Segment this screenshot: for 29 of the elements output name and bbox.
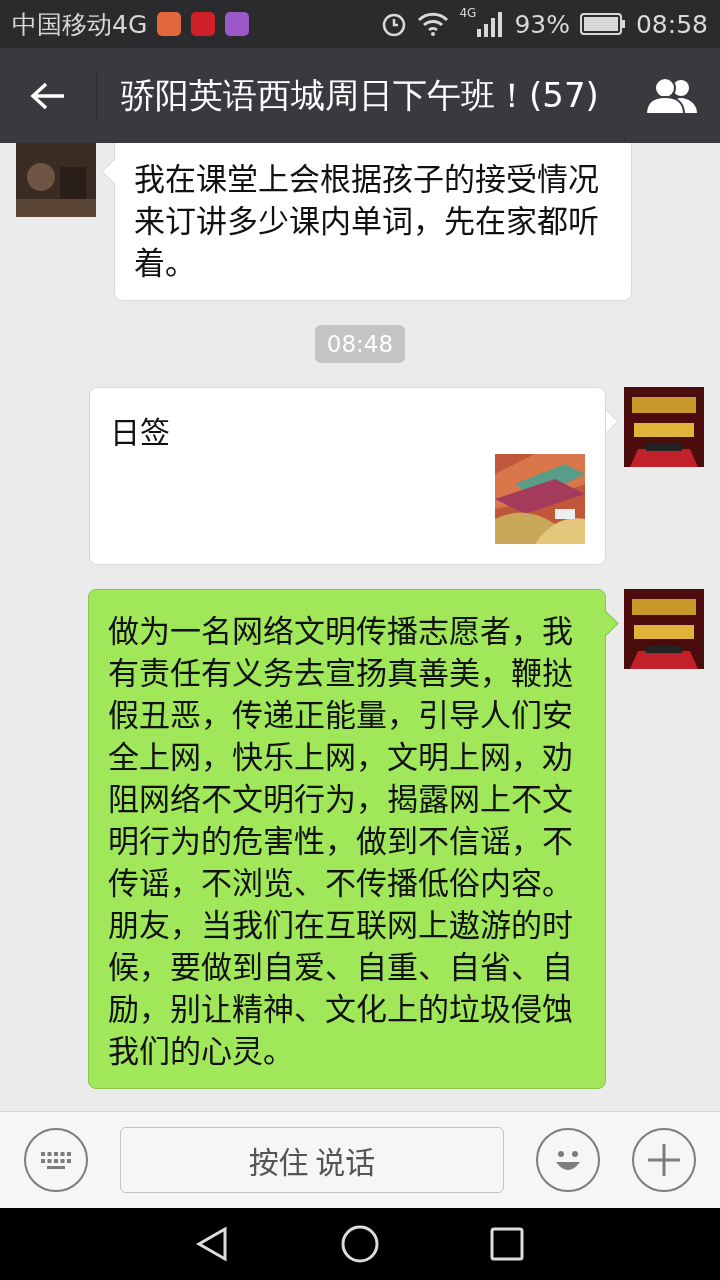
emoji-button[interactable] [536, 1128, 600, 1192]
recents-square-icon [489, 1226, 526, 1262]
home-circle-icon [340, 1224, 380, 1264]
keyboard-icon [39, 1149, 73, 1171]
recents-nav-button[interactable] [489, 1226, 526, 1262]
plus-icon [646, 1142, 682, 1178]
people-icon [645, 76, 699, 115]
link-title: 日签 [110, 408, 171, 452]
link-card[interactable]: 日签 [89, 387, 606, 565]
message-timestamp: 08:48 [314, 325, 406, 363]
alarm-icon [381, 11, 408, 37]
wifi-icon [417, 12, 450, 36]
network-type: 4G [459, 6, 477, 20]
gallery-app-icon [225, 12, 250, 36]
message-text: 做为一名网络文明传播志愿者，我有责任有义务去宣扬真善美，鞭挞假丑恶，传递正能量，引导人们安全上网，快乐上网，文明上网，劝阻网络不文明行为，揭露网上不文明行为的危害性，做到不信谣，不传谣，不浏览、不传播低俗内容。朋友，当我们在互联网上遨游的时候，要做到自爱、自重、自省、自励，别让精神、文化上的垃圾侵蚀我们的心灵。 [108, 608, 574, 1070]
health-app-icon [157, 12, 182, 36]
clock: 08:58 [635, 9, 708, 39]
hold-to-talk-button[interactable]: 按住 说话 [120, 1127, 504, 1193]
battery-icon [579, 13, 626, 35]
battery-percent: 93% [514, 9, 570, 39]
home-nav-button[interactable] [340, 1224, 380, 1264]
message-text: 我在课堂上会根据孩子的接受情况来订讲多少课内单词，先在家都听着。 [134, 156, 600, 282]
carrier-name: 中国移动4G [12, 8, 148, 41]
keyboard-button[interactable] [24, 1128, 88, 1192]
back-arrow-icon [30, 80, 66, 111]
add-button[interactable] [632, 1128, 696, 1192]
news-app-icon [191, 12, 216, 36]
chat-title: 骄阳英语西城周日下午班！(57) [120, 73, 600, 117]
signal-icon [476, 11, 505, 37]
